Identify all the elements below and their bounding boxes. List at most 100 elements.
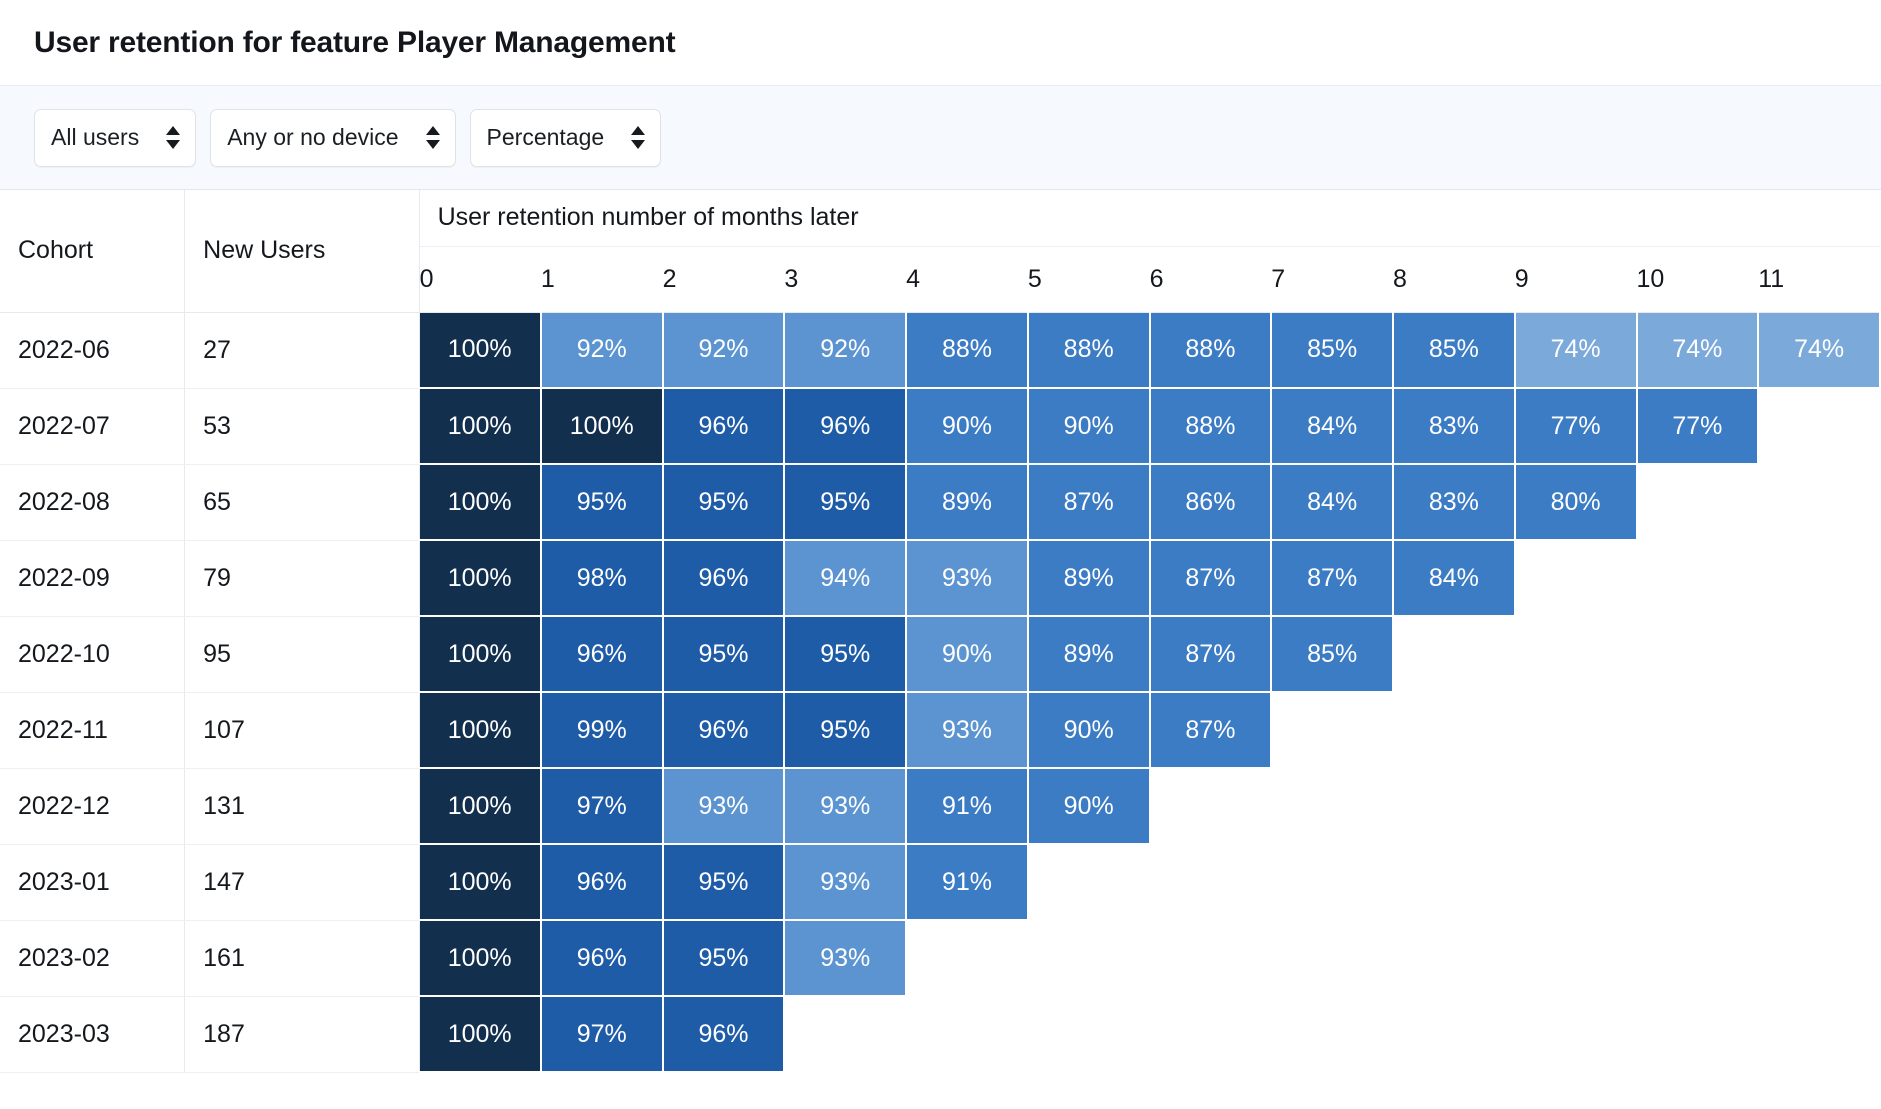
cell-cohort: 2022-12 — [0, 768, 186, 845]
cell-retention-empty — [1758, 540, 1881, 617]
cell-retention: 88% — [1149, 312, 1273, 389]
cell-retention-empty — [1271, 692, 1395, 769]
cell-retention-empty — [1758, 920, 1881, 997]
cell-retention: 80% — [1514, 464, 1638, 541]
cell-retention-empty — [1514, 844, 1638, 921]
cell-retention: 93% — [906, 540, 1029, 617]
cell-retention: 100% — [419, 692, 542, 769]
cell-retention-empty — [1636, 844, 1760, 921]
cell-retention: 96% — [662, 388, 786, 465]
cell-retention: 85% — [1393, 312, 1516, 389]
cell-retention: 96% — [662, 996, 786, 1073]
cell-retention-empty — [1514, 920, 1638, 997]
user-segment-select[interactable]: All users — [34, 108, 197, 167]
cell-retention-empty — [1271, 920, 1395, 997]
cell-retention-empty — [1758, 388, 1881, 465]
cell-retention: 100% — [419, 312, 542, 389]
cell-cohort: 2022-10 — [0, 616, 186, 693]
table-row: 2022-09 79 100% 98% 96% 94% 93% 89% 87% 87% 84% — [0, 540, 1881, 617]
cell-retention: 90% — [906, 388, 1029, 465]
table-row: 2022-06 27 100% 92% 92% 92% 88% 88% 88% 85% 85% 74%… — [0, 312, 1881, 389]
cell-retention-empty — [1758, 996, 1881, 1073]
cell-retention: 77% — [1636, 388, 1760, 465]
cell-retention: 97% — [540, 996, 664, 1073]
cell-retention: 91% — [906, 844, 1029, 921]
cell-retention-empty — [1149, 920, 1273, 997]
device-select[interactable]: Any or no device — [210, 108, 456, 167]
cell-retention: 94% — [784, 540, 908, 617]
cell-retention: 74% — [1636, 312, 1760, 389]
cell-retention-empty — [1636, 692, 1760, 769]
cell-retention-empty — [1393, 616, 1516, 693]
chevron-updown-icon — [165, 126, 181, 149]
table-row: 2022-08 65 100% 95% 95% 95% 89% 87% 86% 84% 83% 80% — [0, 464, 1881, 541]
cell-retention: 97% — [540, 768, 664, 845]
cell-retention: 89% — [1027, 540, 1151, 617]
cell-retention: 100% — [419, 768, 542, 845]
display-mode-select[interactable]: Percentage — [469, 108, 662, 167]
cell-retention: 89% — [906, 464, 1029, 541]
cell-new-users: 53 — [184, 388, 420, 465]
cell-retention: 92% — [662, 312, 786, 389]
cell-retention: 100% — [419, 996, 542, 1073]
cell-retention-empty — [1514, 692, 1638, 769]
cell-retention: 95% — [784, 692, 908, 769]
chevron-updown-icon — [630, 126, 646, 149]
cell-cohort: 2022-08 — [0, 464, 186, 541]
cell-new-users: 65 — [184, 464, 420, 541]
cell-retention-empty — [1636, 768, 1760, 845]
col-header-month-9: 9 — [1514, 246, 1637, 313]
cell-retention: 87% — [1271, 540, 1395, 617]
col-header-month-7: 7 — [1271, 246, 1394, 313]
retention-page: User retention for feature Player Manage… — [0, 0, 1881, 1109]
cell-retention-empty — [1271, 844, 1395, 921]
col-header-month-6: 6 — [1149, 246, 1272, 313]
cell-retention: 74% — [1514, 312, 1638, 389]
col-header-month-1: 1 — [540, 246, 663, 313]
cell-retention-empty — [1393, 844, 1516, 921]
cell-new-users: 95 — [184, 616, 420, 693]
table-row: 2022-10 95 100% 96% 95% 95% 90% 89% 87% 85% — [0, 616, 1881, 693]
display-mode-value: Percentage — [486, 124, 605, 150]
cell-retention-empty — [1636, 616, 1760, 693]
table-body: 2022-06 27 100% 92% 92% 92% 88% 88% 88% 85% 85% 74%… — [0, 312, 1881, 1073]
cell-retention: 96% — [540, 844, 664, 921]
cell-retention-empty — [906, 996, 1029, 1073]
cell-new-users: 187 — [184, 996, 420, 1073]
col-header-month-0: 0 — [419, 246, 541, 313]
cell-retention: 90% — [1027, 388, 1151, 465]
cell-retention-empty — [1393, 920, 1516, 997]
col-header-month-3: 3 — [784, 246, 907, 313]
cell-retention-empty — [1758, 844, 1881, 921]
cell-retention-empty — [1758, 768, 1881, 845]
table-row: 2023-02 161 100% 96% 95% 93% — [0, 920, 1881, 997]
cell-retention-empty — [1514, 540, 1638, 617]
cell-retention: 95% — [784, 616, 908, 693]
col-header-cohort: Cohort — [0, 190, 186, 313]
cell-retention: 87% — [1027, 464, 1151, 541]
cell-retention: 95% — [662, 844, 786, 921]
cell-retention: 87% — [1149, 616, 1273, 693]
cell-retention-empty — [906, 920, 1029, 997]
cell-retention: 96% — [784, 388, 908, 465]
cell-retention: 86% — [1149, 464, 1273, 541]
cell-retention: 96% — [540, 616, 664, 693]
table-row: 2022-11 107 100% 99% 96% 95% 93% 90% 87% — [0, 692, 1881, 769]
retention-table-container: Cohort New Users User retention number o… — [0, 190, 1881, 1073]
cell-retention-empty — [1636, 996, 1760, 1073]
cell-retention: 88% — [1027, 312, 1151, 389]
cell-retention-empty — [1393, 692, 1516, 769]
cell-retention: 95% — [784, 464, 908, 541]
col-header-month-10: 10 — [1636, 246, 1759, 313]
cell-retention: 93% — [662, 768, 786, 845]
cell-retention: 90% — [906, 616, 1029, 693]
cell-retention-empty — [1514, 616, 1638, 693]
table-row: 2022-07 53 100% 100% 96% 96% 90% 90% 88% 84% 83% 77… — [0, 388, 1881, 465]
cell-cohort: 2023-03 — [0, 996, 186, 1073]
cell-retention-empty — [1758, 464, 1881, 541]
cell-retention: 100% — [540, 388, 664, 465]
cell-retention: 99% — [540, 692, 664, 769]
cell-retention-empty — [1514, 768, 1638, 845]
cell-retention: 95% — [662, 464, 786, 541]
cell-retention-empty — [1636, 464, 1760, 541]
